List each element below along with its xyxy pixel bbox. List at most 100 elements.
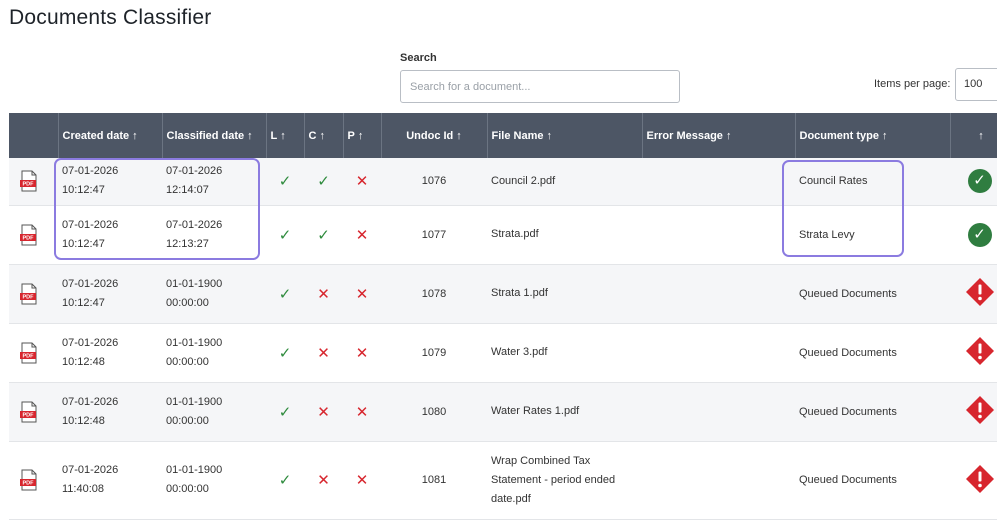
created-time: 10:12:47	[62, 184, 105, 197]
svg-text:PDF: PDF	[23, 235, 35, 241]
file-name-cell[interactable]: Water 3.pdf	[487, 323, 642, 383]
col-error-message-header[interactable]: Error Message ↑	[642, 113, 796, 158]
column-label: File Name	[491, 129, 544, 142]
p-flag-cell: ✕	[343, 382, 381, 442]
pdf-icon[interactable]: PDF	[13, 283, 58, 305]
created-time: 10:12:48	[62, 414, 105, 427]
cross-icon: ✕	[317, 285, 330, 303]
check-icon: ✓	[278, 285, 292, 303]
items-per-page-label: Items per page:	[874, 78, 951, 90]
table-row[interactable]: PDF 07-01-2026 10:12:47 07-01-2026 12:13:27 ✓…	[9, 205, 997, 265]
classified-time: 00:00:00	[166, 355, 209, 368]
created-time: 10:12:47	[62, 296, 105, 309]
sort-arrow-icon[interactable]: ↑	[280, 130, 286, 142]
table-row[interactable]: PDF 07-01-2026 11:40:08 01-01-1900 00:00:00 ✓…	[9, 441, 997, 520]
pdf-icon[interactable]: PDF	[13, 342, 58, 364]
column-label: Error Message	[646, 129, 723, 142]
column-label: Created date	[62, 129, 130, 142]
document-type-cell: Council Rates	[795, 158, 950, 206]
check-icon: ✓	[278, 344, 292, 362]
col-c-header[interactable]: C ↑	[304, 113, 344, 158]
classified-time: 00:00:00	[166, 414, 209, 427]
status-cell	[950, 323, 997, 383]
sort-arrow-icon[interactable]: ↑	[247, 130, 253, 142]
classified-date-cell: 01-01-1900 00:00:00	[162, 382, 266, 442]
search-input[interactable]	[400, 70, 680, 103]
c-flag-cell: ✓	[304, 205, 343, 265]
table-row[interactable]: PDF 07-01-2026 10:12:47 07-01-2026 12:14:07 ✓…	[9, 158, 997, 206]
file-name-cell[interactable]: Water Rates 1.pdf	[487, 382, 642, 442]
pdf-icon[interactable]: PDF	[13, 224, 58, 246]
status-cell	[950, 441, 997, 520]
column-label: Classified date	[166, 129, 245, 142]
sort-arrow-icon[interactable]: ↑	[546, 130, 552, 142]
cross-icon: ✕	[355, 472, 369, 489]
file-name-cell[interactable]: Strata.pdf	[487, 205, 642, 265]
error-message-cell	[642, 323, 795, 383]
table-row[interactable]: PDF 07-01-2026 10:12:48 01-01-1900 00:00:00 ✓…	[9, 382, 997, 442]
pdf-icon[interactable]: PDF	[13, 170, 58, 192]
classified-date: 07-01-2026	[166, 165, 223, 178]
page-title: Documents Classifier	[9, 6, 212, 29]
file-name-cell[interactable]: Wrap Combined Tax Statement - period end…	[487, 441, 642, 520]
classified-date: 07-01-2026	[166, 218, 223, 231]
table-body: PDF 07-01-2026 10:12:47 07-01-2026 12:14:07 ✓…	[9, 158, 997, 520]
c-flag-cell: ✕	[304, 264, 343, 324]
sort-arrow-icon[interactable]: ↑	[978, 130, 984, 142]
classified-date: 01-01-1900	[166, 277, 223, 290]
sort-arrow-icon[interactable]: ↑	[456, 130, 462, 142]
error-message-cell	[642, 205, 795, 265]
created-date: 07-01-2026	[62, 464, 119, 476]
file-icon-cell: PDF	[9, 158, 58, 206]
classified-time: 00:00:00	[166, 483, 209, 495]
error-message-cell	[642, 158, 795, 206]
l-flag-cell: ✓	[266, 382, 304, 442]
file-name-cell[interactable]: Strata 1.pdf	[487, 264, 642, 324]
table-row[interactable]: PDF 07-01-2026 10:12:48 01-01-1900 00:00:00 ✓…	[9, 323, 997, 383]
cross-icon: ✕	[355, 344, 369, 362]
p-flag-cell: ✕	[343, 323, 381, 383]
classified-date: 01-01-1900	[166, 464, 223, 476]
warning-icon	[965, 395, 995, 428]
col-document-type-header[interactable]: Document type ↑	[795, 113, 951, 158]
classified-date: 01-01-1900	[166, 395, 223, 408]
pdf-icon[interactable]: PDF	[13, 469, 58, 491]
status-cell	[950, 264, 997, 324]
cross-icon: ✕	[317, 472, 330, 489]
warning-icon	[965, 277, 995, 310]
pdf-icon[interactable]: PDF	[13, 401, 58, 423]
sort-arrow-icon[interactable]: ↑	[358, 130, 364, 142]
col-file-name-header[interactable]: File Name ↑	[487, 113, 643, 158]
sort-arrow-icon[interactable]: ↑	[882, 130, 888, 142]
col-p-header[interactable]: P ↑	[343, 113, 382, 158]
col-created-date-header[interactable]: Created date ↑	[58, 113, 163, 158]
column-label: P	[347, 129, 355, 142]
svg-text:PDF: PDF	[23, 182, 35, 188]
check-icon: ✓	[278, 173, 292, 191]
column-label: L	[270, 129, 278, 142]
l-flag-cell: ✓	[266, 323, 304, 383]
table-header-row: Created date ↑ Classified date ↑ L ↑ C ↑ P ↑ Undoc…	[9, 113, 997, 158]
file-icon-cell: PDF	[9, 441, 58, 520]
sort-arrow-icon[interactable]: ↑	[132, 130, 138, 142]
col-undoc-id-header[interactable]: Undoc Id ↑	[381, 113, 488, 158]
check-icon: ✓	[317, 226, 330, 244]
document-type-cell: Queued Documents	[795, 264, 950, 324]
cross-icon: ✕	[355, 226, 369, 244]
l-flag-cell: ✓	[266, 205, 304, 265]
col-classified-date-header[interactable]: Classified date ↑	[162, 113, 267, 158]
p-flag-cell: ✕	[343, 205, 381, 265]
svg-text:PDF: PDF	[23, 353, 35, 359]
col-l-header[interactable]: L ↑	[266, 113, 305, 158]
classified-time: 12:13:27	[166, 237, 209, 250]
table-row[interactable]: PDF 07-01-2026 10:12:47 01-01-1900 00:00:00 ✓…	[9, 264, 997, 324]
sort-arrow-icon[interactable]: ↑	[319, 130, 325, 142]
check-icon: ✓	[278, 472, 292, 489]
items-per-page-select[interactable]: 100	[955, 68, 997, 101]
svg-text:PDF: PDF	[23, 294, 35, 300]
sort-arrow-icon[interactable]: ↑	[726, 130, 732, 142]
file-name-cell[interactable]: Council 2.pdf	[487, 158, 642, 206]
col-status-header[interactable]: ↑	[950, 113, 997, 158]
col-file-icon-header[interactable]	[9, 113, 59, 158]
classified-date-cell: 01-01-1900 00:00:00	[162, 441, 266, 520]
